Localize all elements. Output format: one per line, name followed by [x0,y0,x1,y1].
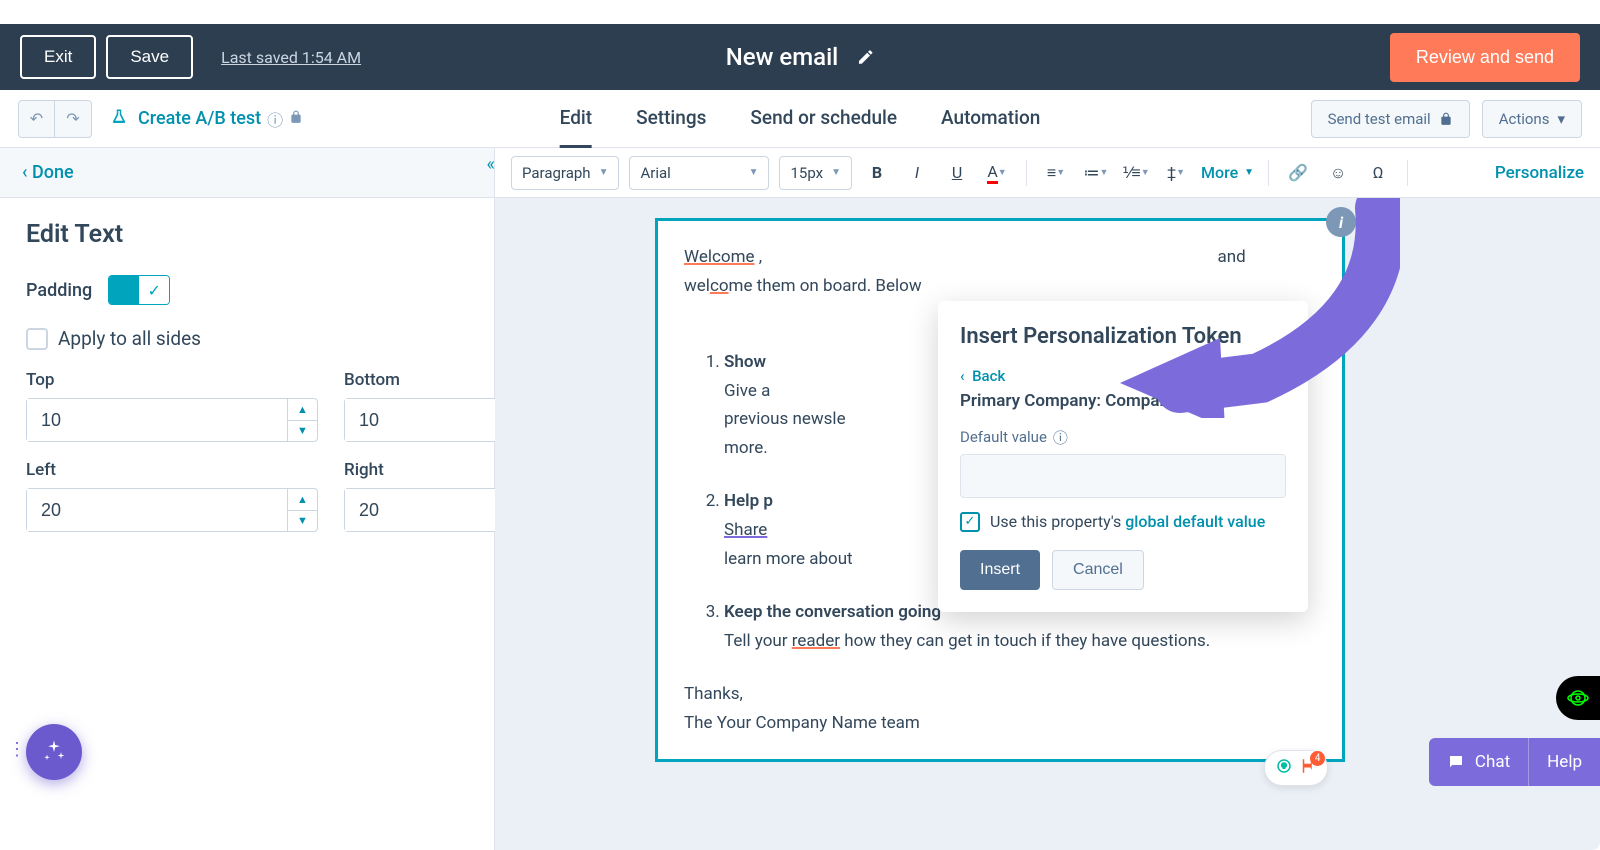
edit-title-icon[interactable] [856,48,874,66]
thanks-text: Thanks, [684,680,1316,709]
tab-send-or-schedule[interactable]: Send or schedule [750,90,897,148]
padding-top-stepper[interactable]: ▲▼ [26,398,318,442]
cancel-button[interactable]: Cancel [1052,550,1144,590]
item2-title: Help p [724,491,773,511]
check-icon: ✓ [139,276,169,304]
page-title: New email [726,43,839,71]
padding-top-input[interactable] [27,399,287,441]
left-label: Left [26,460,318,480]
done-link[interactable]: ‹ Done [22,162,74,183]
caret-down-icon: ▼ [599,167,609,178]
drag-handle-icon[interactable]: ⋮ [8,739,24,760]
popover-back-link[interactable]: ‹ Back [960,367,1005,385]
step-up-icon[interactable]: ▲ [288,399,317,421]
size-select[interactable]: 15px▼ [779,156,852,190]
chat-icon [1447,753,1465,771]
insert-button[interactable]: Insert [960,550,1040,590]
bullet-list-button[interactable]: ≔ ▼ [1081,158,1111,188]
save-button[interactable]: Save [106,35,193,79]
align-button[interactable]: ≡ ▼ [1041,158,1071,188]
paragraph-style-select[interactable]: Paragraph▼ [511,156,619,190]
redo-button[interactable]: ↷ [55,101,91,137]
default-value-input[interactable] [960,454,1286,498]
step-down-icon[interactable]: ▼ [288,421,317,442]
italic-button[interactable]: I [902,158,932,188]
tab-settings[interactable]: Settings [636,90,706,148]
step-up-icon[interactable]: ▲ [288,489,317,511]
popover-title: Insert Personalization Token [960,323,1286,352]
lightbulb-icon [1275,757,1293,779]
default-value-label: Default value ⓘ [960,427,1286,448]
emoji-button[interactable]: ☺ [1323,158,1353,188]
signoff-text: The Your Company Name team [684,709,1316,738]
tab-edit[interactable]: Edit [560,90,592,148]
share-text: Share [724,520,767,540]
more-formatting-button[interactable]: More▼ [1201,163,1254,182]
undo-button[interactable]: ↶ [19,101,55,137]
help-button[interactable]: Help [1529,738,1600,786]
padding-toggle[interactable]: ✓ [108,275,170,305]
last-saved-text: Last saved 1:54 AM [221,48,361,67]
caret-down-icon: ▼ [749,167,759,178]
send-test-email-button[interactable]: Send test email [1311,100,1470,138]
apply-all-sides-checkbox[interactable] [26,328,48,350]
use-global-default-checkbox[interactable]: ✓ [960,512,980,532]
lock-icon [1439,112,1453,126]
link-button[interactable]: 🔗 [1283,158,1313,188]
exit-button[interactable]: Exit [20,35,96,79]
info-icon: ⓘ [1053,427,1068,448]
font-select[interactable]: Arial▼ [629,156,769,190]
flag-icon: 4 [1299,757,1317,779]
collapse-sidebar-icon[interactable]: « [487,154,495,175]
bold-button[interactable]: B [862,158,892,188]
flag-count-badge: 4 [1310,751,1325,766]
format-toolbar: Paragraph▼ Arial▼ 15px▼ B I U A ▼ ≡ ▼ ≔ … [495,148,1600,198]
tab-automation[interactable]: Automation [941,90,1040,148]
global-default-value-link[interactable]: global default value [1125,512,1265,531]
secondbar: ↶ ↷ Create A/B test ⓘ Edit Settings Send… [0,90,1600,148]
flask-icon [110,108,128,130]
welcome-text: Welcome [684,247,755,267]
numbered-list-button[interactable]: ⅟≡ ▼ [1121,158,1151,188]
item3-title: Keep the conversation going [724,602,941,622]
personalization-token-popover: Insert Personalization Token ‹ Back Prim… [938,301,1308,612]
lock-icon [289,109,303,128]
topbar: Exit Save Last saved 1:54 AM New email R… [0,24,1600,90]
line-height-button[interactable]: ‡ ▼ [1161,158,1191,188]
padding-label: Padding [26,280,92,301]
padding-left-input[interactable] [27,489,287,531]
email-content-block[interactable]: i Welcome , xxxxxxxxxxxxxxxxxxxxxxxxxxxx… [655,218,1345,762]
chat-button[interactable]: Chat [1429,738,1529,786]
item1-title: Show [724,352,766,372]
info-badge-icon[interactable]: i [1326,207,1356,237]
review-and-send-button[interactable]: Review and send [1390,33,1580,82]
text-color-button[interactable]: A ▼ [982,158,1012,188]
chat-help-widget: Chat Help [1429,738,1600,786]
top-label: Top [26,370,318,390]
ai-assistant-button[interactable] [1556,676,1600,720]
create-ab-test-link[interactable]: Create A/B test [138,108,261,129]
panel-heading: Edit Text [26,220,468,249]
special-char-button[interactable]: Ω [1363,158,1393,188]
personalize-button[interactable]: Personalize [1495,163,1584,183]
padding-left-stepper[interactable]: ▲▼ [26,488,318,532]
token-property-name: Primary Company: Company name [960,391,1286,411]
canvas-area: Paragraph▼ Arial▼ 15px▼ B I U A ▼ ≡ ▼ ≔ … [495,148,1600,850]
caret-down-icon: ▼ [831,167,841,178]
step-down-icon[interactable]: ▼ [288,511,317,532]
underline-button[interactable]: U [942,158,972,188]
assistant-fab[interactable] [26,724,82,780]
info-icon: ⓘ [267,107,283,131]
actions-dropdown[interactable]: Actions ▾ [1482,100,1582,138]
suggestions-widget[interactable]: 4 [1264,750,1328,786]
caret-down-icon: ▾ [1557,110,1565,128]
use-global-default-label: Use this property's global default value [990,512,1265,531]
apply-all-sides-label: Apply to all sides [58,327,201,350]
